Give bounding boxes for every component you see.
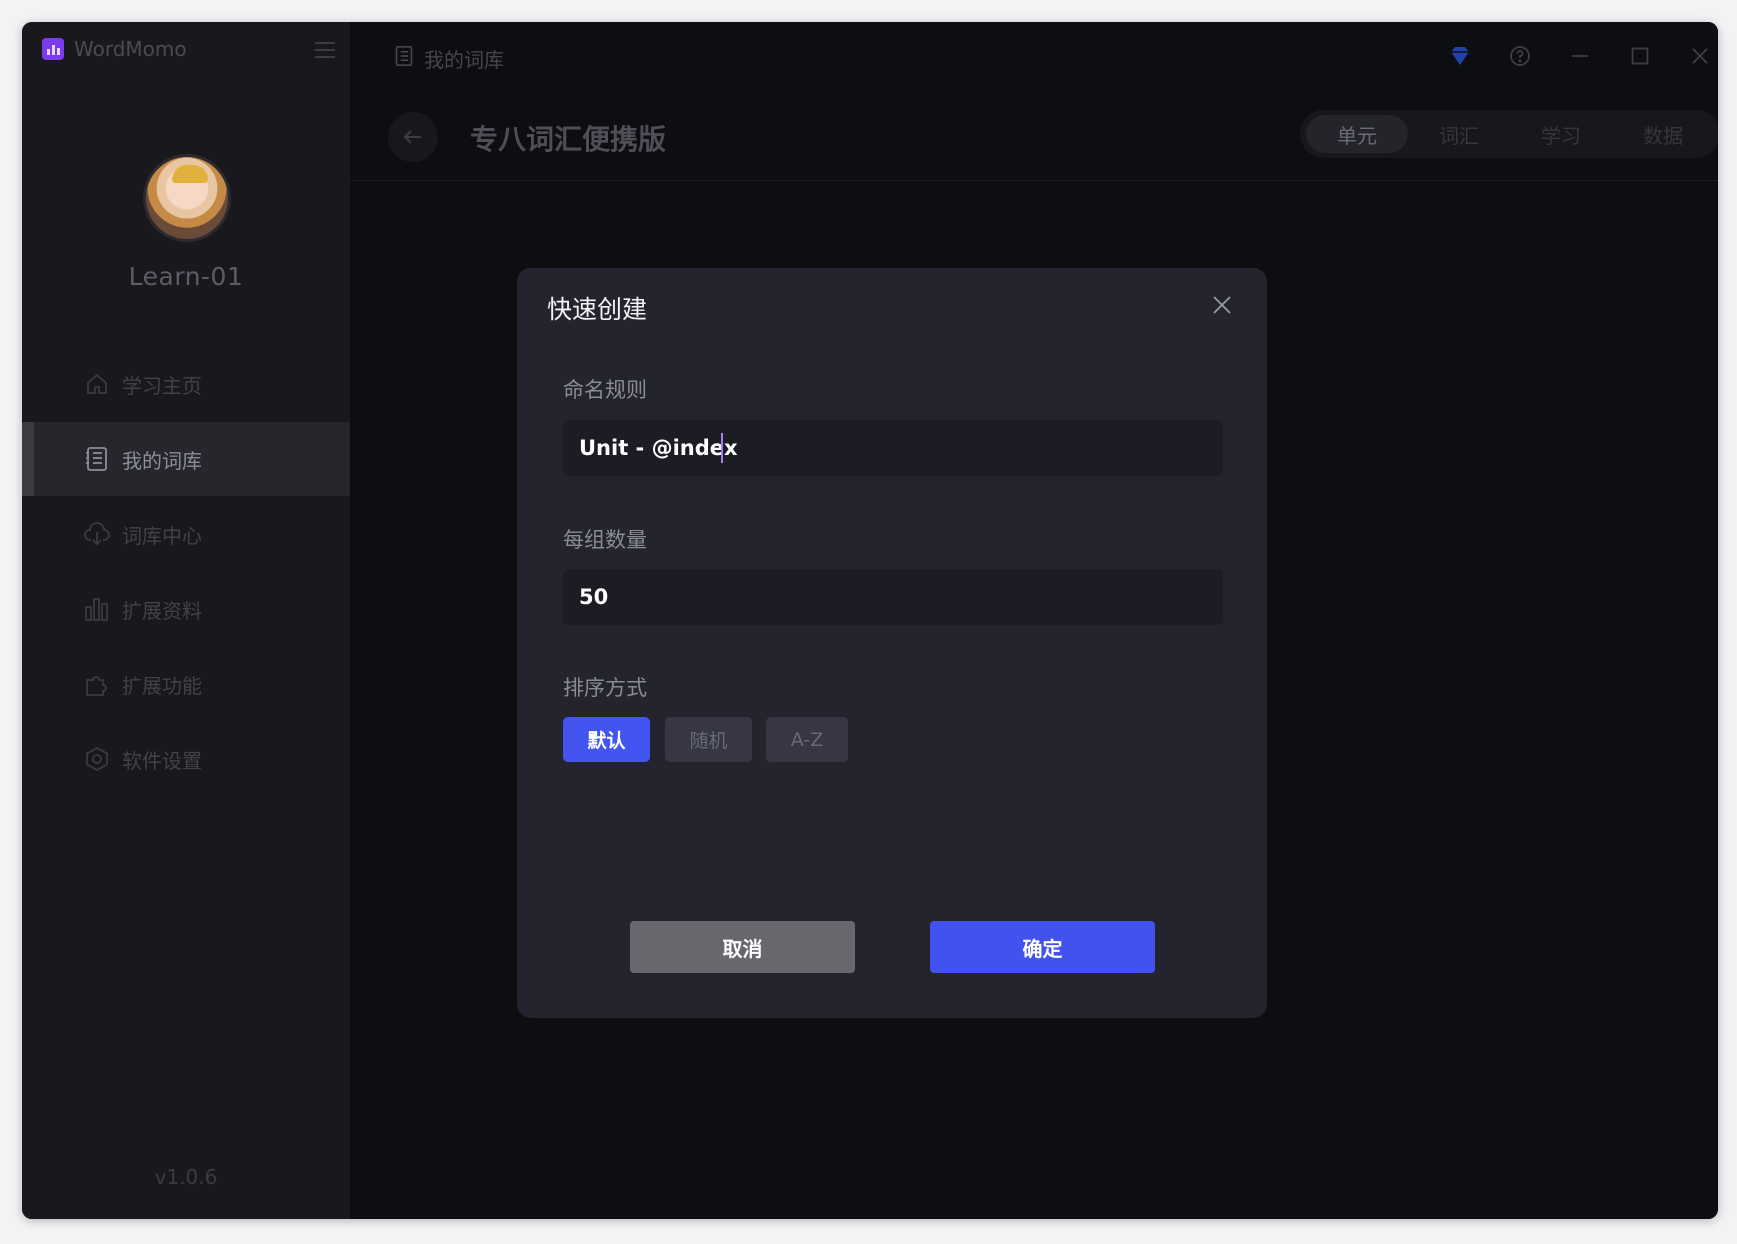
sidebar-item-settings[interactable]: 软件设置 [22, 722, 350, 796]
sort-az-button[interactable]: A-Z [766, 717, 848, 762]
tab-study[interactable]: 学习 [1510, 115, 1612, 153]
page-title: 专八词汇便携版 [470, 123, 667, 156]
breadcrumb: 我的词库 [394, 44, 504, 73]
sidebar-item-label: 我的词库 [122, 448, 202, 473]
back-button[interactable] [388, 112, 438, 162]
sort-default-button[interactable]: 默认 [563, 717, 650, 762]
app-logo-icon [42, 38, 64, 60]
diamond-icon[interactable] [1448, 44, 1472, 68]
confirm-button[interactable]: 确定 [930, 921, 1155, 973]
sidebar-item-home[interactable]: 学习主页 [22, 347, 350, 421]
quick-create-dialog: 快速创建 命名规则 每组数量 排序方式 默认 随机 A-Z 取消 确定 [517, 268, 1267, 1018]
sort-random-button[interactable]: 随机 [665, 717, 752, 762]
cloud-download-icon [84, 521, 110, 547]
minimize-icon[interactable] [1568, 44, 1592, 68]
dialog-close-icon[interactable] [1211, 294, 1235, 318]
tab-data[interactable]: 数据 [1612, 115, 1714, 153]
naming-rule-label: 命名规则 [563, 378, 647, 402]
cancel-button[interactable]: 取消 [630, 921, 855, 973]
sidebar-item-label: 学习主页 [122, 373, 202, 398]
username: Learn-01 [128, 262, 244, 291]
app-name: WordMomo [74, 37, 187, 61]
bar-chart-icon [84, 596, 110, 622]
naming-rule-input[interactable] [563, 420, 1223, 476]
puzzle-icon [84, 671, 110, 697]
group-size-label: 每组数量 [563, 528, 647, 552]
menu-icon[interactable] [315, 42, 335, 58]
sidebar-item-extended-features[interactable]: 扩展功能 [22, 647, 350, 721]
notebook-icon [394, 45, 414, 72]
sidebar-item-label: 软件设置 [122, 748, 202, 773]
home-icon [84, 371, 110, 397]
close-icon[interactable] [1688, 44, 1712, 68]
sidebar-item-label: 词库中心 [122, 523, 202, 548]
tab-vocabulary[interactable]: 词汇 [1408, 115, 1510, 153]
avatar[interactable] [143, 154, 231, 242]
sidebar-item-my-library[interactable]: 我的词库 [22, 422, 350, 496]
help-icon[interactable] [1508, 44, 1532, 68]
breadcrumb-label: 我的词库 [424, 48, 504, 72]
text-caret [721, 433, 723, 463]
tab-bar: 单元 词汇 学习 数据 [1300, 110, 1718, 158]
dialog-title: 快速创建 [547, 295, 648, 324]
group-size-input[interactable] [563, 569, 1223, 625]
sidebar: WordMomo Learn-01 学习主页 我的词库 词库中心 扩展资料 扩展… [22, 22, 350, 1219]
sidebar-item-extended-materials[interactable]: 扩展资料 [22, 572, 350, 646]
maximize-icon[interactable] [1628, 44, 1652, 68]
sidebar-item-label: 扩展功能 [122, 673, 202, 698]
app-window: WordMomo Learn-01 学习主页 我的词库 词库中心 扩展资料 扩展… [22, 22, 1718, 1219]
hexagon-settings-icon [84, 746, 110, 772]
sidebar-item-label: 扩展资料 [122, 598, 202, 623]
arrow-left-icon [403, 130, 421, 144]
sort-order-label: 排序方式 [563, 676, 647, 700]
sidebar-item-library-center[interactable]: 词库中心 [22, 497, 350, 571]
notebook-icon [84, 446, 110, 472]
tab-units[interactable]: 单元 [1306, 115, 1408, 153]
app-version: v1.0.6 [154, 1165, 218, 1189]
header-divider [350, 180, 1718, 181]
